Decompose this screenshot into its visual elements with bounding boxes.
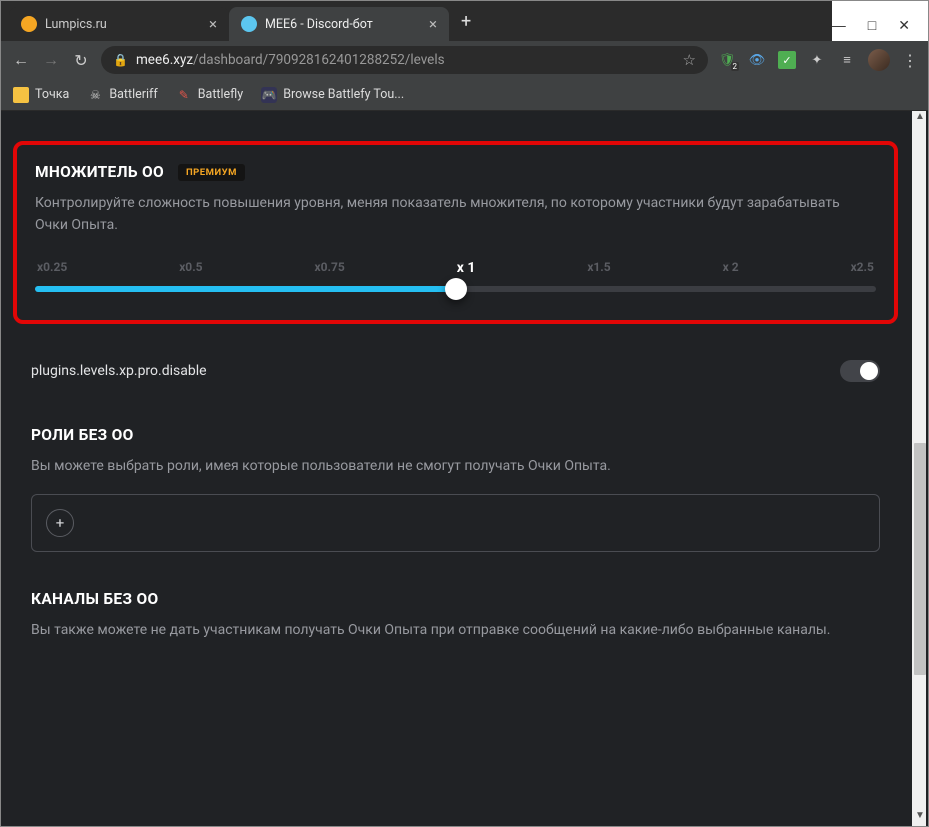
- slider-thumb[interactable]: [445, 278, 467, 300]
- forward-button[interactable]: →: [41, 50, 61, 70]
- tab-lumpics[interactable]: Lumpics.ru ×: [9, 7, 229, 41]
- multiplier-section: МНОЖИТЕЛЬ ОО ПРЕМИУМ Контролируйте сложн…: [13, 141, 898, 324]
- slider-label: x0.75: [315, 260, 345, 276]
- new-tab-button[interactable]: +: [449, 11, 483, 32]
- readinglist-icon[interactable]: ≡: [838, 51, 856, 69]
- toggle-label: plugins.levels.xp.pro.disable: [31, 363, 207, 379]
- scrollbar-thumb[interactable]: [914, 443, 926, 675]
- slider-labels: x0.25 x0.5 x0.75 x 1 x1.5 x 2 x2.5: [35, 260, 876, 276]
- address-bar: ← → ↻ 🔒 mee6.xyz/dashboard/7909281624012…: [1, 41, 928, 79]
- favicon-mee6: [241, 16, 257, 32]
- slider-label: x2.5: [851, 260, 874, 276]
- noxp-roles-section: РОЛИ БЕЗ ОО Вы можете выбрать роли, имея…: [31, 426, 880, 552]
- noxp-roles-desc: Вы можете выбрать роли, имея которые пол…: [31, 456, 880, 478]
- slider-label: x1.5: [587, 260, 610, 276]
- flag-icon: ✎: [176, 87, 192, 103]
- extensions-icon[interactable]: ✦: [808, 51, 826, 69]
- scroll-down-icon[interactable]: ▼: [913, 810, 927, 826]
- premium-badge: ПРЕМИУМ: [178, 164, 245, 181]
- page-content: МНОЖИТЕЛЬ ОО ПРЕМИУМ Контролируйте сложн…: [1, 111, 910, 826]
- skull-icon: ☠: [87, 87, 103, 103]
- slider-fill: [35, 286, 456, 292]
- check-icon[interactable]: ✓: [778, 51, 796, 69]
- slider-label: x 2: [723, 260, 739, 276]
- slider-label: x0.25: [37, 260, 67, 276]
- tab-bar: Lumpics.ru × MEE6 - Discord-бот × + — □ …: [1, 1, 928, 41]
- profile-avatar[interactable]: [868, 49, 890, 71]
- maximize-button[interactable]: □: [868, 17, 876, 33]
- favicon-lumpics: [21, 16, 37, 32]
- tab-mee6[interactable]: MEE6 - Discord-бот ×: [229, 7, 449, 41]
- bookmark-battleriff[interactable]: ☠ Battleriff: [87, 87, 157, 103]
- noxp-channels-title: КАНАЛЫ БЕЗ ОО: [31, 590, 158, 608]
- reload-button[interactable]: ↻: [71, 51, 91, 70]
- noxp-channels-desc: Вы также можете не дать участникам получ…: [31, 620, 880, 642]
- multiplier-desc: Контролируйте сложность повышения уровня…: [35, 193, 876, 236]
- slider-label-active: x 1: [457, 260, 476, 276]
- xp-disable-toggle-row: plugins.levels.xp.pro.disable: [31, 356, 880, 386]
- bookmark-battlefly[interactable]: ✎ Battlefly: [176, 87, 243, 103]
- slider-label: x0.5: [179, 260, 202, 276]
- add-role-button[interactable]: +: [46, 509, 74, 537]
- tab-title: Lumpics.ru: [45, 17, 107, 32]
- bookmark-label: Browse Battlefy Tou...: [283, 87, 404, 102]
- close-icon[interactable]: ×: [429, 17, 437, 32]
- shield-icon[interactable]: 🛡2: [718, 51, 736, 69]
- tab-title: MEE6 - Discord-бот: [265, 17, 373, 32]
- eye-icon[interactable]: 👁: [748, 51, 766, 69]
- bookmarks-bar: Точка ☠ Battleriff ✎ Battlefly 🎮 Browse …: [1, 79, 928, 111]
- game-icon: 🎮: [261, 87, 277, 103]
- noxp-channels-section: КАНАЛЫ БЕЗ ОО Вы также можете не дать уч…: [31, 590, 880, 642]
- minimize-button[interactable]: —: [832, 17, 846, 33]
- url-domain: mee6.xyz: [136, 52, 193, 68]
- bookmark-label: Battlefly: [198, 87, 243, 102]
- xp-multiplier-slider[interactable]: [35, 286, 876, 292]
- url-input[interactable]: 🔒 mee6.xyz/dashboard/790928162401288252/…: [101, 46, 708, 74]
- noxp-roles-title: РОЛИ БЕЗ ОО: [31, 426, 134, 444]
- bookmark-tochka[interactable]: Точка: [13, 87, 69, 103]
- shield-badge: 2: [731, 62, 740, 71]
- url-path: /dashboard/790928162401288252/levels: [193, 52, 445, 68]
- lock-icon: 🔒: [113, 53, 128, 67]
- bookmark-label: Точка: [35, 87, 69, 102]
- browser-window: Lumpics.ru × MEE6 - Discord-бот × + — □ …: [0, 0, 929, 827]
- scroll-up-icon[interactable]: ▲: [913, 111, 927, 127]
- bookmark-star-icon[interactable]: ☆: [683, 51, 696, 69]
- extensions-row: 🛡2 👁 ✓ ✦ ≡ ⋮: [718, 49, 918, 71]
- xp-disable-toggle[interactable]: [840, 360, 880, 382]
- bookmark-battlefy[interactable]: 🎮 Browse Battlefy Tou...: [261, 87, 404, 103]
- page-viewport: МНОЖИТЕЛЬ ОО ПРЕМИУМ Контролируйте сложн…: [1, 111, 928, 826]
- close-icon[interactable]: ×: [209, 17, 217, 32]
- back-button[interactable]: ←: [11, 50, 31, 70]
- multiplier-title: МНОЖИТЕЛЬ ОО: [35, 163, 164, 181]
- close-window-button[interactable]: ✕: [898, 17, 910, 34]
- bookmark-label: Battleriff: [109, 87, 157, 102]
- add-roles-box: +: [31, 494, 880, 552]
- toggle-knob: [860, 362, 878, 380]
- menu-icon[interactable]: ⋮: [902, 51, 918, 70]
- window-controls: — □ ✕: [832, 1, 928, 41]
- folder-icon: [13, 87, 29, 103]
